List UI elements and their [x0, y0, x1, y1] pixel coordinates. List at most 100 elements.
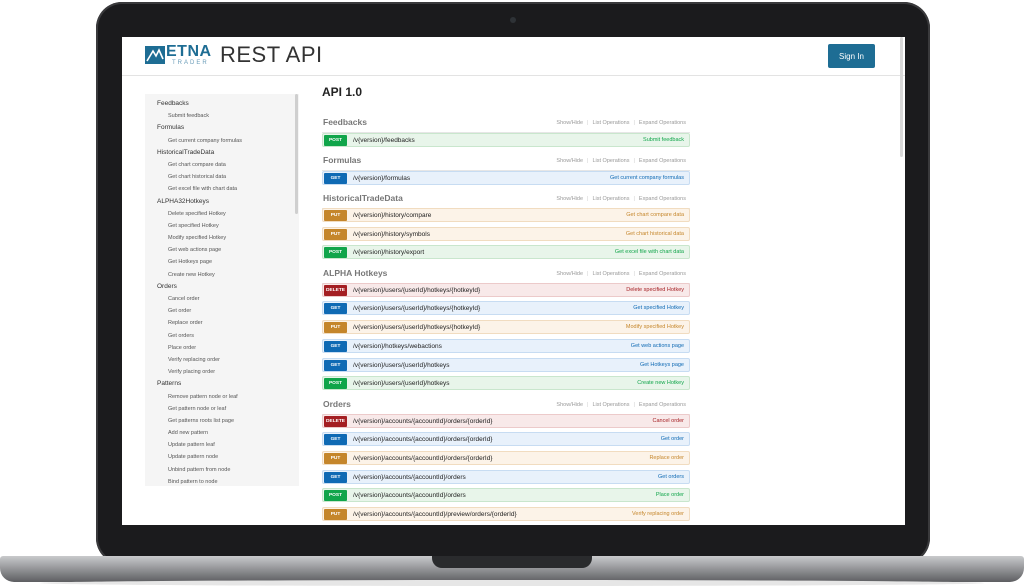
section-title[interactable]: Formulas: [323, 155, 361, 165]
method-badge[interactable]: GET: [324, 434, 347, 445]
operation-summary[interactable]: Get order: [661, 434, 684, 445]
sidebar-item-modify-specified-hotkey[interactable]: Modify specified Hotkey: [145, 232, 299, 244]
operation-summary[interactable]: Cancel order: [653, 416, 685, 427]
method-badge[interactable]: POST: [324, 135, 347, 146]
show-hide-link[interactable]: Show/Hide: [556, 196, 583, 202]
sidebar-item-add-new-pattern[interactable]: Add new pattern: [145, 427, 299, 439]
show-hide-link[interactable]: Show/Hide: [556, 271, 583, 277]
operation-summary[interactable]: Create new Hotkey: [637, 378, 684, 389]
operation-path[interactable]: /v{version}/accounts/{accountId}/orders: [353, 472, 466, 483]
operation-row[interactable]: GET/v{version}/hotkeys/webactions Get web…: [322, 339, 690, 353]
method-badge[interactable]: GET: [324, 341, 347, 352]
sidebar-item-get-specified-hotkey[interactable]: Get specified Hotkey: [145, 220, 299, 232]
method-badge[interactable]: PUT: [324, 229, 347, 240]
operation-row[interactable]: PUT/v{version}/history/compare Get chart …: [322, 208, 690, 222]
method-badge[interactable]: DELETE: [324, 285, 347, 296]
sidebar-item-bind-pattern-to-node[interactable]: Bind pattern to node: [145, 476, 299, 486]
operation-path[interactable]: /v{version}/history/compare: [353, 210, 431, 221]
operation-path[interactable]: /v{version}/history/symbols: [353, 229, 430, 240]
operation-row[interactable]: POST/v{version}/feedbacks Submit feedback: [322, 133, 690, 147]
sidebar-item-get-excel-file-with-chart-data[interactable]: Get excel file with chart data: [145, 183, 299, 195]
expand-operations-link[interactable]: Expand Operations: [639, 120, 686, 126]
section-title[interactable]: Feedbacks: [323, 117, 367, 127]
list-operations-link[interactable]: List Operations: [592, 120, 629, 126]
operation-path[interactable]: /v{version}/feedbacks: [353, 135, 415, 146]
operation-path[interactable]: /v{version}/users/{userId}/hotkeys/{hotk…: [353, 303, 480, 314]
operation-path[interactable]: /v{version}/formulas: [353, 173, 410, 184]
operation-summary[interactable]: Get chart compare data: [626, 210, 684, 221]
sidebar-group-patterns[interactable]: Patterns: [145, 378, 299, 390]
operation-row[interactable]: POST/v{version}/history/export Get excel …: [322, 245, 690, 259]
operation-path[interactable]: /v{version}/users/{userId}/hotkeys: [353, 378, 449, 389]
operation-row[interactable]: POST/v{version}/accounts/{accountId}/ord…: [322, 488, 690, 502]
sidebar-item-create-new-hotkey[interactable]: Create new Hotkey: [145, 269, 299, 281]
expand-operations-link[interactable]: Expand Operations: [639, 158, 686, 164]
sidebar-item-get-pattern-node-or-leaf[interactable]: Get pattern node or leaf: [145, 403, 299, 415]
operation-path[interactable]: /v{version}/users/{userId}/hotkeys/{hotk…: [353, 322, 480, 333]
operation-summary[interactable]: Get current company formulas: [610, 173, 684, 184]
operation-summary[interactable]: Get specified Hotkey: [633, 303, 684, 314]
operation-row[interactable]: GET/v{version}/users/{userId}/hotkeys Get…: [322, 358, 690, 372]
method-badge[interactable]: GET: [324, 472, 347, 483]
operation-row[interactable]: GET/v{version}/users/{userId}/hotkeys/{h…: [322, 301, 690, 315]
sidebar-item-get-orders[interactable]: Get orders: [145, 330, 299, 342]
sign-in-button[interactable]: Sign In: [828, 44, 875, 68]
sidebar-item-delete-specified-hotkey[interactable]: Delete specified Hotkey: [145, 208, 299, 220]
sidebar-item-cancel-order[interactable]: Cancel order: [145, 293, 299, 305]
operation-row[interactable]: GET/v{version}/accounts/{accountId}/orde…: [322, 470, 690, 484]
section-title[interactable]: HistoricalTradeData: [323, 193, 403, 203]
method-badge[interactable]: POST: [324, 247, 347, 258]
sidebar-item-unbind-pattern-from-node[interactable]: Unbind pattern from node: [145, 464, 299, 476]
operation-row[interactable]: GET/v{version}/accounts/{accountId}/orde…: [322, 432, 690, 446]
expand-operations-link[interactable]: Expand Operations: [639, 402, 686, 408]
operation-path[interactable]: /v{version}/accounts/{accountId}/orders: [353, 490, 466, 501]
operation-path[interactable]: /v{version}/users/{userId}/hotkeys: [353, 360, 449, 371]
sidebar-group-orders[interactable]: Orders: [145, 281, 299, 293]
sidebar-scrollbar[interactable]: [295, 94, 298, 214]
operation-row[interactable]: DELETE/v{version}/users/{userId}/hotkeys…: [322, 283, 690, 297]
operation-path[interactable]: /v{version}/accounts/{accountId}/preview…: [353, 509, 517, 520]
operation-path[interactable]: /v{version}/accounts/{accountId}/orders/…: [353, 434, 492, 445]
operation-summary[interactable]: Modify specified Hotkey: [626, 322, 684, 333]
operation-row[interactable]: PUT/v{version}/history/symbols Get chart …: [322, 227, 690, 241]
sidebar-item-update-pattern-leaf[interactable]: Update pattern leaf: [145, 439, 299, 451]
sidebar-item-verify-placing-order[interactable]: Verify placing order: [145, 366, 299, 378]
sidebar-item-verify-replacing-order[interactable]: Verify replacing order: [145, 354, 299, 366]
method-badge[interactable]: GET: [324, 303, 347, 314]
operation-summary[interactable]: Submit feedback: [643, 135, 684, 146]
expand-operations-link[interactable]: Expand Operations: [639, 196, 686, 202]
sidebar-item-place-order[interactable]: Place order: [145, 342, 299, 354]
list-operations-link[interactable]: List Operations: [592, 271, 629, 277]
method-badge[interactable]: PUT: [324, 453, 347, 464]
sidebar-group-feedbacks[interactable]: Feedbacks: [145, 98, 299, 110]
operation-summary[interactable]: Get orders: [658, 472, 684, 483]
show-hide-link[interactable]: Show/Hide: [556, 120, 583, 126]
method-badge[interactable]: GET: [324, 360, 347, 371]
sidebar-item-get-order[interactable]: Get order: [145, 305, 299, 317]
section-title[interactable]: Orders: [323, 399, 351, 409]
operation-summary[interactable]: Verify replacing order: [632, 509, 684, 520]
sidebar-group-formulas[interactable]: Formulas: [145, 122, 299, 134]
operation-summary[interactable]: Get chart historical data: [626, 229, 684, 240]
method-badge[interactable]: POST: [324, 490, 347, 501]
section-title[interactable]: ALPHA Hotkeys: [323, 268, 387, 278]
operation-summary[interactable]: Get excel file with chart data: [615, 247, 684, 258]
list-operations-link[interactable]: List Operations: [592, 402, 629, 408]
operation-summary[interactable]: Get web actions page: [631, 341, 684, 352]
sidebar-item-get-chart-compare-data[interactable]: Get chart compare data: [145, 159, 299, 171]
show-hide-link[interactable]: Show/Hide: [556, 402, 583, 408]
method-badge[interactable]: PUT: [324, 322, 347, 333]
operation-summary[interactable]: Get Hotkeys page: [640, 360, 684, 371]
method-badge[interactable]: POST: [324, 378, 347, 389]
sidebar-item-get-current-company-formulas[interactable]: Get current company formulas: [145, 135, 299, 147]
sidebar-item-get-chart-historical-data[interactable]: Get chart historical data: [145, 171, 299, 183]
operation-path[interactable]: /v{version}/accounts/{accountId}/orders/…: [353, 416, 492, 427]
sidebar-item-remove-pattern-node-or-leaf[interactable]: Remove pattern node or leaf: [145, 391, 299, 403]
sidebar-group-alpha32hotkeys[interactable]: ALPHA32Hotkeys: [145, 196, 299, 208]
list-operations-link[interactable]: List Operations: [592, 196, 629, 202]
list-operations-link[interactable]: List Operations: [592, 158, 629, 164]
operation-row[interactable]: DELETE/v{version}/accounts/{accountId}/o…: [322, 414, 690, 428]
operation-row[interactable]: GET/v{version}/formulas Get current compa…: [322, 171, 690, 185]
show-hide-link[interactable]: Show/Hide: [556, 158, 583, 164]
method-badge[interactable]: GET: [324, 173, 347, 184]
